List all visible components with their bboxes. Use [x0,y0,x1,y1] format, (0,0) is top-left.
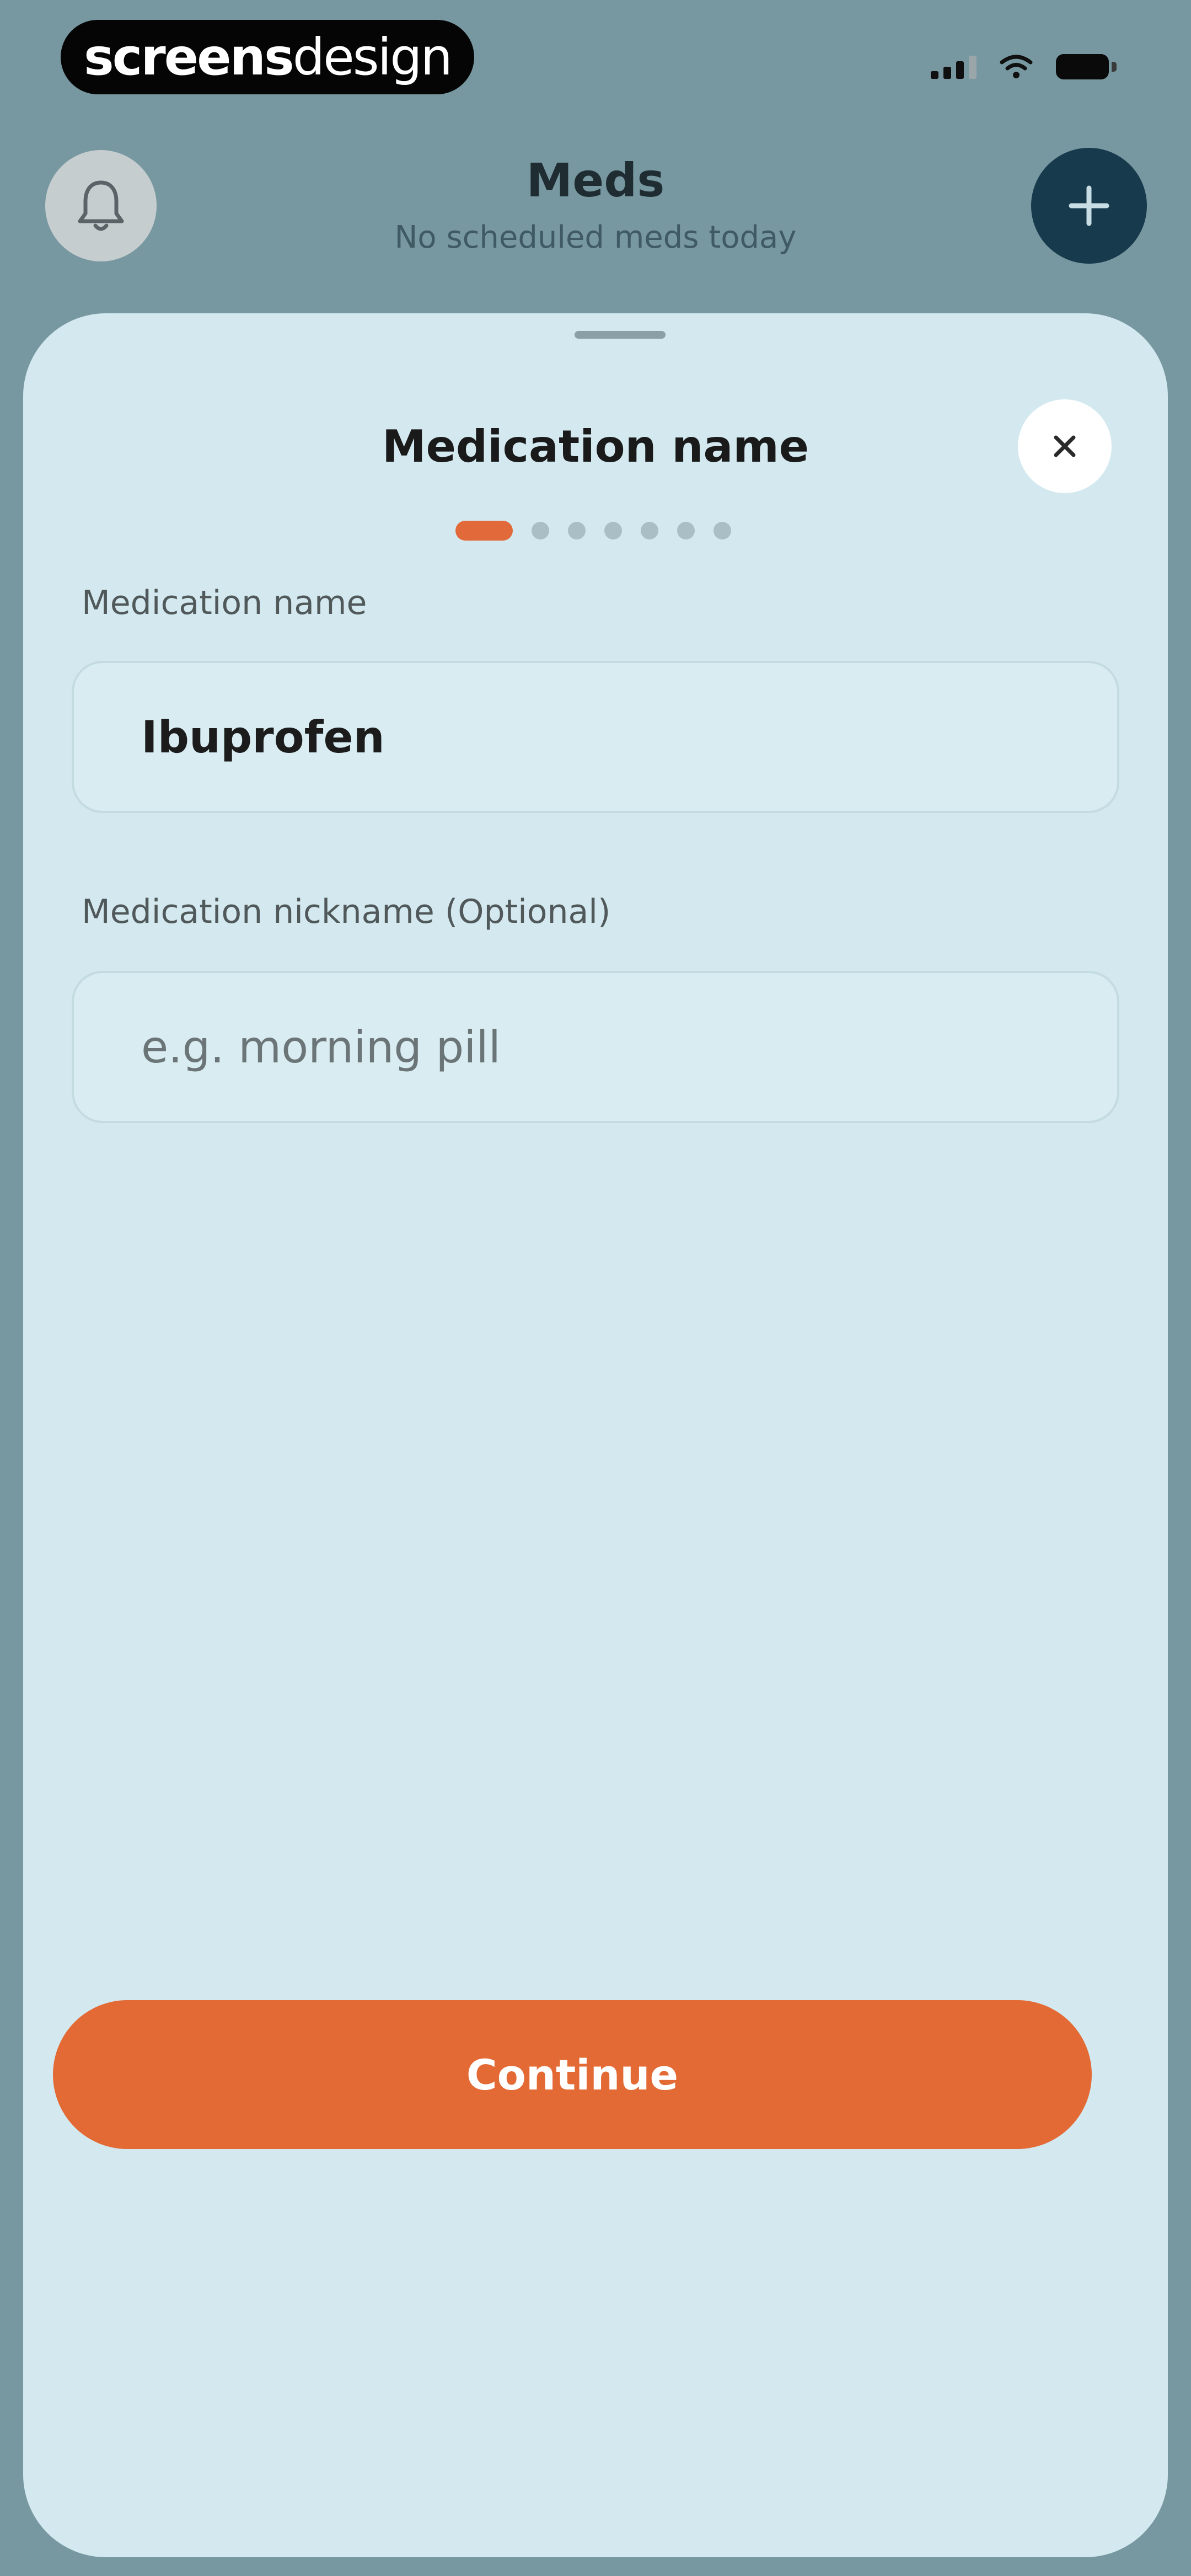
medication-name-label: Medication name [82,584,367,622]
close-button[interactable] [1018,399,1112,493]
continue-button[interactable]: Continue [53,2000,1092,2149]
wifi-icon [1000,55,1033,79]
progress-step [641,522,658,539]
cellular-signal-icon [931,55,977,79]
progress-step [532,522,549,539]
progress-step [713,522,731,539]
brand-text-bold: screens [84,28,294,87]
medication-nickname-input[interactable]: e.g. morning pill [72,971,1119,1123]
page-title: Meds [526,153,665,207]
battery-icon [1056,54,1117,79]
status-icons [931,54,1117,79]
progress-step [568,522,586,539]
plus-icon [1069,185,1109,226]
add-med-button[interactable] [1031,148,1147,264]
medication-name-input[interactable]: Ibuprofen [72,661,1119,813]
brand-badge: screens design [61,20,474,94]
step-progress-indicator [455,521,731,541]
progress-step-active [455,521,513,541]
medication-name-value: Ibuprofen [141,711,385,763]
sheet-grabber[interactable] [575,331,666,339]
progress-step [677,522,695,539]
medication-nickname-label: Medication nickname (Optional) [82,892,611,931]
app-screen: screens design Meds No scheduled meds tod [0,0,1191,2576]
page-subtitle: No scheduled meds today [394,220,797,255]
progress-step [604,522,622,539]
sheet-title: Medication name [382,421,809,472]
medication-nickname-placeholder: e.g. morning pill [141,1021,501,1073]
brand-text-light: design [292,28,453,87]
close-icon [1054,435,1076,457]
add-medication-sheet: Medication name Medication name Ibuprofe… [23,313,1168,2557]
